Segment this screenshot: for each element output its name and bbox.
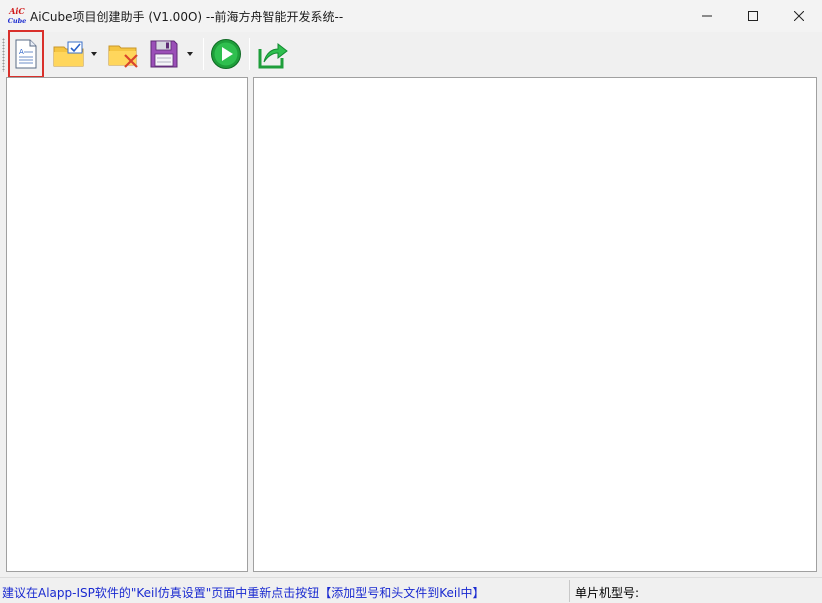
mcu-model-label: 单片机型号: (575, 586, 640, 600)
minimize-button[interactable] (684, 0, 730, 32)
folder-delete-icon (108, 45, 138, 68)
svg-text:A: A (19, 48, 24, 56)
window-controls (684, 0, 822, 32)
new-document-icon: A (15, 39, 37, 69)
close-button[interactable] (776, 0, 822, 32)
play-icon (211, 39, 241, 69)
logo-text-bottom: Cube (8, 17, 27, 25)
close-project-button[interactable] (107, 36, 141, 72)
new-project-button[interactable]: A (8, 30, 44, 78)
window-title: AiCube项目创建助手 (V1.00O) --前海方舟智能开发系统-- (30, 9, 344, 24)
folder-open-check-icon (53, 41, 84, 67)
logo-text-top: AiC (8, 6, 25, 16)
open-project-button[interactable] (52, 36, 86, 72)
chevron-down-icon (91, 52, 97, 56)
run-button[interactable] (209, 36, 243, 72)
toolbar: A (0, 30, 822, 78)
toolbar-grip[interactable] (2, 38, 5, 72)
toolbar-separator (249, 38, 250, 70)
status-hint-text: 建议在Alapp-ISP软件的"Keil仿真设置"页面中重新点击按钮【添加型号和… (2, 586, 485, 600)
status-bar: 建议在Alapp-ISP软件的"Keil仿真设置"页面中重新点击按钮【添加型号和… (0, 577, 822, 603)
chevron-down-icon (187, 52, 193, 56)
close-icon (794, 11, 804, 21)
share-export-icon (258, 42, 288, 69)
toolbar-separator (203, 38, 204, 70)
minimize-icon (702, 15, 712, 17)
floppy-disk-icon (150, 40, 178, 68)
maximize-button[interactable] (730, 0, 776, 32)
maximize-icon (748, 11, 758, 21)
project-tree-pane[interactable] (6, 77, 248, 572)
status-divider (569, 580, 570, 602)
app-logo-icon: AiC Cube (7, 6, 27, 26)
title-bar: AiC Cube AiCube项目创建助手 (V1.00O) --前海方舟智能开… (0, 0, 822, 32)
export-button[interactable] (256, 36, 290, 72)
save-project-button[interactable] (147, 36, 181, 72)
open-project-dropdown[interactable] (88, 36, 100, 72)
save-project-dropdown[interactable] (184, 36, 196, 72)
editor-pane[interactable] (253, 77, 817, 572)
